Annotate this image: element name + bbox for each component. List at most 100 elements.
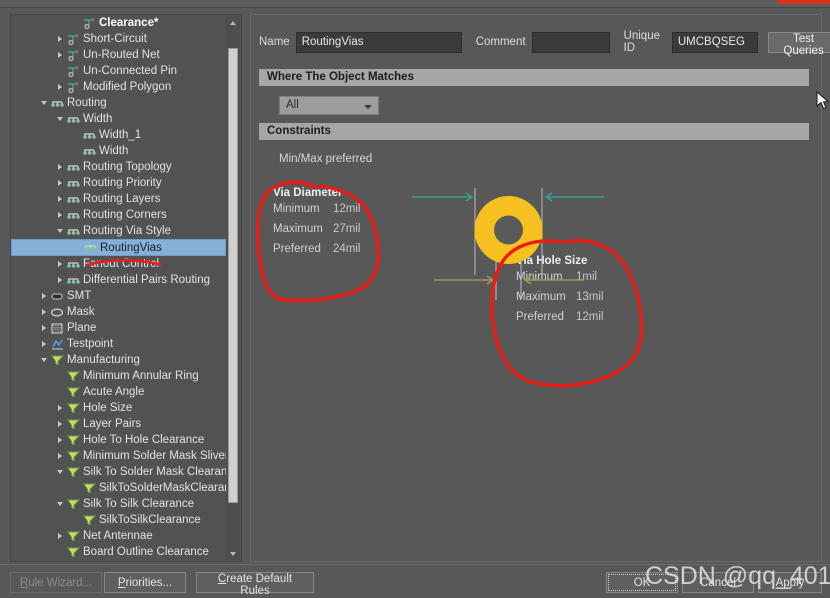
- tree-item-routing-priority[interactable]: Routing Priority: [11, 175, 226, 191]
- chevron-right-icon[interactable]: [55, 191, 66, 207]
- tree-item-silktosoldermaskclearance[interactable]: SilkToSolderMaskClearance: [11, 480, 226, 496]
- tree-item-label: Hole To Hole Clearance: [83, 434, 205, 446]
- tree-item-label: Testpoint: [67, 338, 114, 350]
- tree-item-routing-topology[interactable]: Routing Topology: [11, 159, 226, 175]
- routing-icon: [66, 225, 81, 238]
- routing-icon: [83, 241, 98, 254]
- tree-item-routing-via-style[interactable]: Routing Via Style: [11, 223, 226, 239]
- tree-item-un-connected-pin[interactable]: Un-Connected Pin: [11, 63, 226, 79]
- tree-item-minimum-solder-mask-sliver[interactable]: Minimum Solder Mask Sliver: [11, 448, 226, 464]
- tree-item-label: Minimum Annular Ring: [83, 370, 199, 382]
- constraint-row: Maximum 27mil: [273, 219, 413, 239]
- tree-item-width[interactable]: Width: [11, 143, 226, 159]
- close-icon[interactable]: [778, 0, 830, 4]
- chevron-right-icon[interactable]: [55, 175, 66, 191]
- tree-item-silktosilkclearance[interactable]: SilkToSilkClearance: [11, 512, 226, 528]
- tree-item-routingvias[interactable]: RoutingVias: [11, 239, 226, 256]
- chevron-right-icon[interactable]: [39, 320, 50, 336]
- chevron-right-icon[interactable]: [55, 207, 66, 223]
- scrollbar-thumb[interactable]: [228, 48, 238, 503]
- constraint-value[interactable]: 27mil: [333, 223, 360, 235]
- tree-item-silk-to-solder-mask-clearance[interactable]: Silk To Solder Mask Clearance: [11, 464, 226, 480]
- tree-item-label: Modified Polygon: [83, 81, 172, 93]
- tree-item-label: Silk To Silk Clearance: [83, 498, 195, 510]
- chevron-right-icon[interactable]: [55, 448, 66, 464]
- tree-item-minimum-annular-ring[interactable]: Minimum Annular Ring: [11, 368, 226, 384]
- test-queries-button[interactable]: Test Queries: [767, 31, 830, 57]
- routing-icon: [66, 193, 81, 206]
- tree-item-width-1[interactable]: Width_1: [11, 127, 226, 143]
- tree-item-board-outline-clearance[interactable]: Board Outline Clearance: [11, 544, 226, 560]
- chevron-right-icon[interactable]: [55, 432, 66, 448]
- routing-icon: [66, 161, 81, 174]
- chevron-down-icon[interactable]: [55, 464, 66, 480]
- comment-label: Comment: [475, 36, 526, 48]
- tree-item-smt[interactable]: SMT: [11, 288, 226, 304]
- constraint-value[interactable]: 12mil: [333, 203, 360, 215]
- tree-item-clearance[interactable]: Clearance*: [11, 15, 226, 31]
- mouse-cursor: [816, 91, 830, 110]
- tree-vertical-scrollbar[interactable]: [226, 16, 240, 560]
- chevron-down-icon[interactable]: [39, 95, 50, 111]
- apply-button[interactable]: Apply: [758, 572, 822, 593]
- scope-select[interactable]: All: [279, 96, 379, 115]
- unique-id-input[interactable]: [671, 31, 758, 53]
- chevron-right-icon[interactable]: [55, 400, 66, 416]
- tree-item-width[interactable]: Width: [11, 111, 226, 127]
- scroll-down-icon[interactable]: [226, 547, 240, 560]
- chevron-down-icon[interactable]: [55, 496, 66, 512]
- tree-item-routing[interactable]: Routing: [11, 95, 226, 111]
- rule-wizard-button[interactable]: Rule Wizard...: [10, 572, 102, 593]
- chevron-right-icon[interactable]: [55, 416, 66, 432]
- tree-item-routing-corners[interactable]: Routing Corners: [11, 207, 226, 223]
- chevron-right-icon[interactable]: [55, 272, 66, 288]
- chevron-right-icon[interactable]: [55, 256, 66, 272]
- tree-item-differential-pairs-routing[interactable]: Differential Pairs Routing: [11, 272, 226, 288]
- routing-icon: [66, 274, 81, 287]
- chevron-right-icon[interactable]: [55, 31, 66, 47]
- tree-item-modified-polygon[interactable]: Modified Polygon: [11, 79, 226, 95]
- name-input[interactable]: [295, 31, 462, 53]
- chevron-right-icon[interactable]: [55, 47, 66, 63]
- tree-item-acute-angle[interactable]: Acute Angle: [11, 384, 226, 400]
- tree-item-net-antennae[interactable]: Net Antennae: [11, 528, 226, 544]
- tree-item-plane[interactable]: Plane: [11, 320, 226, 336]
- plane-icon: [50, 322, 65, 335]
- comment-input[interactable]: [531, 31, 610, 53]
- tree-item-hole-to-hole-clearance[interactable]: Hole To Hole Clearance: [11, 432, 226, 448]
- tree-item-mask[interactable]: Mask: [11, 304, 226, 320]
- create-default-rules-button[interactable]: Create Default Rules: [196, 572, 314, 597]
- tree-item-hole-size[interactable]: Hole Size: [11, 400, 226, 416]
- chevron-down-icon[interactable]: [55, 111, 66, 127]
- chevron-right-icon[interactable]: [55, 79, 66, 95]
- tree-item-routing-layers[interactable]: Routing Layers: [11, 191, 226, 207]
- cancel-button[interactable]: Cancel: [682, 572, 754, 593]
- routing-icon: [66, 177, 81, 190]
- chevron-right-icon[interactable]: [39, 336, 50, 352]
- tree-item-manufacturing[interactable]: Manufacturing: [11, 352, 226, 368]
- tree-item-fanout-control[interactable]: Fanout Control: [11, 256, 226, 272]
- manufacturing-icon: [50, 354, 65, 367]
- tree-item-short-circuit[interactable]: Short-Circuit: [11, 31, 226, 47]
- priorities-button[interactable]: Priorities...: [104, 572, 186, 593]
- chevron-right-icon[interactable]: [39, 288, 50, 304]
- tree-item-silk-to-silk-clearance[interactable]: Silk To Silk Clearance: [11, 496, 226, 512]
- chevron-down-icon[interactable]: [39, 352, 50, 368]
- chevron-right-icon[interactable]: [39, 304, 50, 320]
- tree-item-testpoint[interactable]: Testpoint: [11, 336, 226, 352]
- rules-tree-scrollpane[interactable]: Clearance* Short-Circuit Un-Routed Net Un-C…: [11, 15, 226, 561]
- manufacturing-icon: [66, 450, 81, 463]
- rule-identity-row: Name Comment Unique ID Test Queries: [259, 30, 830, 57]
- scroll-up-icon[interactable]: [226, 16, 240, 29]
- tree-item-un-routed-net[interactable]: Un-Routed Net: [11, 47, 226, 63]
- tree-item-label: Acute Angle: [83, 386, 145, 398]
- chevron-down-icon[interactable]: [55, 223, 66, 239]
- ok-button[interactable]: OK: [606, 572, 678, 593]
- constraint-value[interactable]: 24mil: [333, 243, 360, 255]
- tree-item-layer-pairs[interactable]: Layer Pairs: [11, 416, 226, 432]
- chevron-right-icon[interactable]: [55, 528, 66, 544]
- constraint-value[interactable]: 12mil: [576, 311, 603, 323]
- chevron-right-icon[interactable]: [55, 159, 66, 175]
